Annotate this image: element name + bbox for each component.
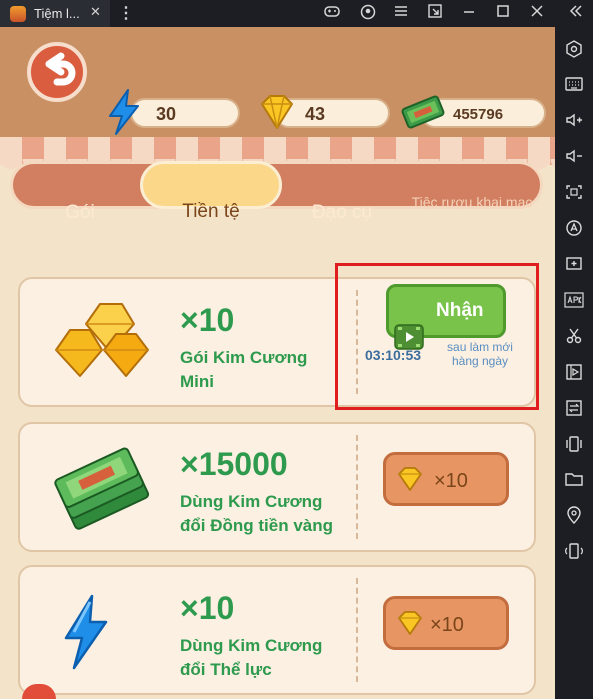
shake-icon[interactable]: [555, 435, 593, 456]
card-divider: [356, 435, 358, 539]
item-desc-line2: Mini: [180, 372, 214, 391]
cash-stack-icon: [50, 440, 150, 535]
collapse-icon[interactable]: [566, 4, 584, 21]
tab-tien-te[interactable]: Tiền tệ: [140, 201, 282, 223]
folder-icon[interactable]: [555, 471, 593, 490]
tab-close-icon[interactable]: ✕: [90, 4, 101, 20]
item-quantity: ×10: [180, 590, 235, 626]
location-icon[interactable]: [555, 506, 593, 527]
rotate-icon[interactable]: [555, 542, 593, 563]
price-label: ×10: [430, 614, 464, 636]
diamond-value: 43: [305, 104, 326, 124]
cut-icon[interactable]: [555, 327, 593, 348]
minimize-icon[interactable]: [460, 4, 478, 21]
apk-icon[interactable]: [555, 291, 593, 311]
item-quantity: ×10: [180, 302, 235, 338]
close-icon[interactable]: [528, 4, 546, 21]
popout-icon[interactable]: [426, 4, 444, 21]
item-desc-line2: đổi Đồng tiền vàng: [180, 516, 333, 535]
volume-up-icon[interactable]: [555, 112, 593, 131]
diamond-icon: [256, 92, 298, 137]
price-label: ×10: [434, 470, 468, 492]
highlight-box: [335, 263, 539, 410]
tab-dao-cu[interactable]: Đạo cụ: [292, 202, 392, 224]
volume-down-icon[interactable]: [555, 148, 593, 167]
sync-icon[interactable]: [555, 399, 593, 420]
menu-icon[interactable]: [392, 4, 410, 20]
gamepad-icon[interactable]: [323, 4, 341, 21]
energy-value: 30: [156, 104, 177, 124]
settings-hex-icon[interactable]: [555, 40, 593, 61]
screenshot-icon[interactable]: [555, 255, 593, 274]
diamond-pile-icon: [46, 292, 156, 387]
item-desc-line1: Dùng Kim Cương: [180, 492, 323, 511]
diamond-icon: [396, 610, 424, 641]
diamond-icon: [396, 466, 424, 497]
tab-tiec-ruou[interactable]: Tiệc rượu khai mạc: [408, 192, 536, 212]
auto-icon[interactable]: [555, 219, 593, 240]
card-divider: [356, 578, 358, 682]
more-options-icon[interactable]: ⋮: [118, 3, 134, 23]
lightning-icon: [104, 88, 144, 141]
lightning-icon: [60, 594, 110, 675]
tab-goi[interactable]: Gói: [30, 202, 130, 224]
item-quantity: ×15000: [180, 446, 288, 482]
maximize-icon[interactable]: [494, 4, 512, 21]
keyboard-icon[interactable]: [555, 76, 593, 95]
account-icon[interactable]: [359, 4, 377, 23]
fullscreen-icon[interactable]: [555, 184, 593, 203]
item-desc-line1: Gói Kim Cương: [180, 348, 308, 367]
cash-icon: [400, 92, 446, 137]
back-arrow-icon: [27, 42, 87, 102]
app-icon: [10, 6, 26, 22]
energy-pill: [130, 98, 240, 128]
money-value: 455796: [453, 106, 504, 123]
media-icon[interactable]: [555, 363, 593, 384]
tab-title: Tiệm l...: [34, 6, 80, 21]
item-desc-line1: Dùng Kim Cương: [180, 636, 323, 655]
item-desc-line2: đổi Thể lực: [180, 660, 272, 679]
